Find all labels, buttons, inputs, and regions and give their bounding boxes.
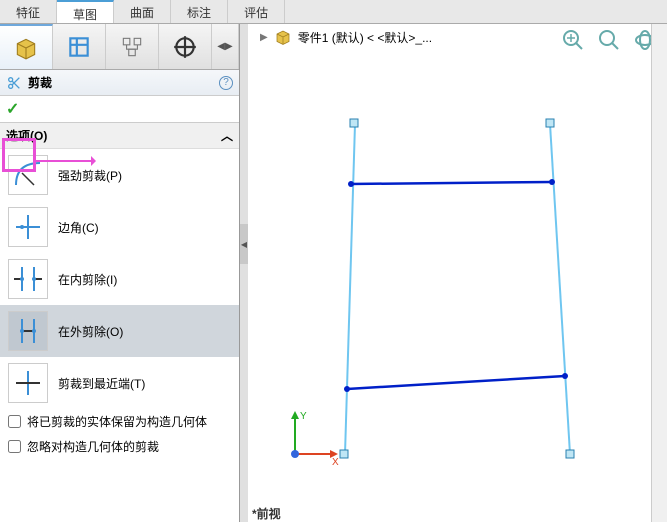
power-trim-icon (8, 155, 48, 195)
chevron-up-icon: ︿ (221, 127, 233, 144)
property-panel: ◀▶ 剪裁 ? ✓ 选项(O) ︿ 强劲剪裁(P) (0, 24, 240, 522)
property-icon (66, 34, 92, 60)
corner-icon (8, 207, 48, 247)
tab-features[interactable]: 特征 (0, 0, 57, 23)
splitter[interactable] (240, 24, 248, 522)
tab-sketch[interactable]: 草图 (57, 0, 114, 23)
cube-icon (13, 35, 39, 61)
panel-tab-feature-manager[interactable] (0, 24, 53, 69)
trim-options: 强劲剪裁(P) 边角(C) 在内剪除(I) 在外剪除(O) (0, 149, 239, 409)
checkbox-label: 将已剪裁的实体保留为构造几何体 (27, 413, 207, 430)
trim-closest-icon (8, 363, 48, 403)
ok-button[interactable]: ✓ (6, 99, 19, 119)
part-icon (274, 28, 292, 46)
checkbox-keep-construction[interactable] (8, 415, 21, 428)
panel-tab-overflow[interactable]: ◀▶ (212, 24, 239, 69)
zoom-fit-icon (561, 28, 585, 52)
trim-inside-icon (8, 259, 48, 299)
axis-y-label: Y (300, 411, 307, 422)
command-tabs: 特征 草图 曲面 标注 评估 (0, 0, 667, 24)
option-trim-inside[interactable]: 在内剪除(I) (0, 253, 239, 305)
option-label: 边角(C) (58, 219, 99, 236)
scissors-icon (6, 75, 22, 91)
doc-name[interactable]: 零件1 (默认) < <默认>_... (298, 29, 432, 46)
tab-evaluate[interactable]: 评估 (228, 0, 285, 23)
chevron-right-icon: ◀▶ (217, 41, 232, 52)
view-triad[interactable]: X Y (280, 409, 340, 472)
view-name-label: *前视 (252, 505, 281, 522)
panel-tab-dimxpert[interactable] (159, 24, 212, 69)
command-title: 剪裁 (28, 74, 219, 91)
zoom-toolbar (559, 26, 659, 54)
option-label: 在内剪除(I) (58, 271, 117, 288)
vertical-scrollbar[interactable] (651, 24, 667, 522)
option-label: 在外剪除(O) (58, 323, 123, 340)
tab-annotate[interactable]: 标注 (171, 0, 228, 23)
checkbox-ignore-construction-row[interactable]: 忽略对构造几何体的剪裁 (0, 434, 239, 459)
zoom-area-button[interactable] (595, 26, 623, 54)
tab-surface[interactable]: 曲面 (114, 0, 171, 23)
checkbox-keep-construction-row[interactable]: 将已剪裁的实体保留为构造几何体 (0, 409, 239, 434)
collapse-handle[interactable]: ◀ (240, 224, 248, 264)
graphics-viewport[interactable]: ◀ ▶ 零件1 (默认) < <默认>_... (240, 24, 667, 522)
command-header: 剪裁 ? (0, 70, 239, 96)
zoom-fit-button[interactable] (559, 26, 587, 54)
axis-x-label: X (332, 457, 339, 468)
options-label: 选项(O) (6, 127, 47, 144)
breadcrumb-arrow-icon[interactable]: ▶ (260, 32, 268, 43)
option-label: 强劲剪裁(P) (58, 167, 122, 184)
checkbox-ignore-construction[interactable] (8, 440, 21, 453)
panel-tab-strip: ◀▶ (0, 24, 239, 70)
option-corner[interactable]: 边角(C) (0, 201, 239, 253)
panel-tab-property[interactable] (53, 24, 106, 69)
zoom-area-icon (597, 28, 621, 52)
tree-icon (119, 34, 145, 60)
help-button[interactable]: ? (219, 76, 233, 90)
options-section-header[interactable]: 选项(O) ︿ (0, 123, 239, 149)
option-trim-outside[interactable]: 在外剪除(O) (0, 305, 239, 357)
panel-tab-config[interactable] (106, 24, 159, 69)
checkbox-label: 忽略对构造几何体的剪裁 (27, 438, 159, 455)
target-icon (172, 34, 198, 60)
option-label: 剪裁到最近端(T) (58, 375, 145, 392)
option-power-trim[interactable]: 强劲剪裁(P) (0, 149, 239, 201)
confirm-row: ✓ (0, 96, 239, 123)
option-trim-closest[interactable]: 剪裁到最近端(T) (0, 357, 239, 409)
trim-outside-icon (8, 311, 48, 351)
